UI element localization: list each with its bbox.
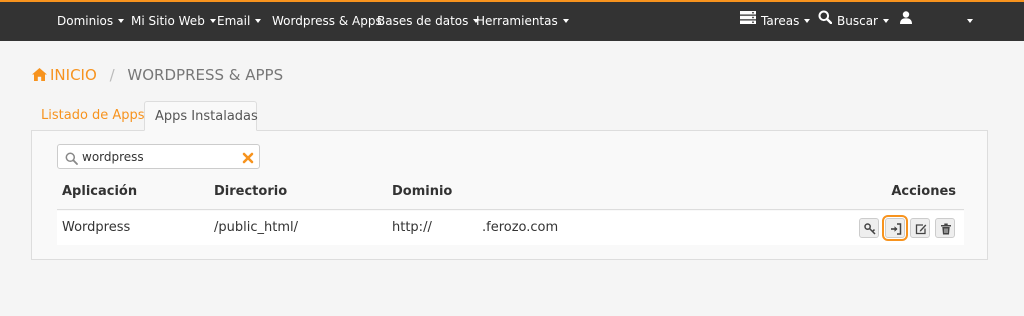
- caret-down-icon: [882, 18, 889, 23]
- caret-down-icon: [562, 18, 569, 23]
- breadcrumb-current: WORDPRESS & APPS: [127, 66, 284, 84]
- delete-button[interactable]: [935, 218, 955, 238]
- caret-down-icon: [118, 18, 125, 23]
- nav-bases-de-datos-label: Bases de datos: [377, 14, 469, 28]
- cell-domain-suffix[interactable]: .ferozo.com: [482, 220, 558, 235]
- cell-domain-prefix[interactable]: http://: [392, 220, 432, 235]
- nav-dominios[interactable]: Dominios: [57, 2, 125, 41]
- column-header-acciones: Acciones: [891, 184, 956, 199]
- breadcrumb-home-link[interactable]: INICIO: [32, 66, 102, 84]
- caret-down-icon: [255, 18, 262, 23]
- search-icon: [65, 150, 78, 169]
- nav-user-dropdown[interactable]: [962, 2, 973, 41]
- column-header-dominio: Dominio: [392, 184, 453, 199]
- nav-bases-de-datos[interactable]: Bases de datos: [377, 2, 480, 41]
- user-icon: [900, 1, 912, 40]
- edit-button[interactable]: [910, 218, 930, 238]
- top-navbar: Dominios Mi Sitio Web Email Wordpress & …: [0, 0, 1024, 41]
- server-icon: [740, 1, 756, 40]
- breadcrumb-separator: /: [109, 66, 115, 84]
- cell-directory: /public_html/: [214, 220, 298, 235]
- nav-wordpress-apps-label: Wordpress & Apps: [272, 14, 382, 28]
- nav-dominios-label: Dominios: [57, 14, 114, 28]
- nav-tareas[interactable]: Tareas: [740, 1, 811, 41]
- breadcrumb-home-label: INICIO: [50, 66, 97, 84]
- nav-email[interactable]: Email: [217, 2, 262, 41]
- nav-buscar-label: Buscar: [837, 14, 878, 28]
- credentials-button[interactable]: [859, 218, 879, 238]
- column-header-aplicacion: Aplicación: [62, 184, 138, 199]
- nav-herramientas-label: Herramientas: [476, 14, 558, 28]
- home-icon: [32, 68, 47, 81]
- breadcrumb: INICIO / WORDPRESS & APPS: [32, 66, 283, 84]
- tab-listado-de-apps[interactable]: Listado de Apps: [31, 101, 155, 131]
- nav-herramientas[interactable]: Herramientas: [476, 2, 569, 41]
- table-header-divider: [57, 209, 964, 210]
- column-header-directorio: Directorio: [214, 184, 288, 199]
- tab-apps-instaladas-label: Apps Instaladas: [155, 109, 258, 124]
- nav-mi-sitio-web-label: Mi Sitio Web: [131, 14, 205, 28]
- caret-down-icon: [967, 18, 973, 23]
- nav-tareas-label: Tareas: [761, 14, 800, 28]
- caret-down-icon: [209, 18, 216, 23]
- nav-email-label: Email: [217, 14, 251, 28]
- cell-app-name: Wordpress: [62, 220, 131, 235]
- app-search-box: [57, 144, 260, 169]
- nav-buscar[interactable]: Buscar: [818, 2, 889, 41]
- tab-apps-instaladas[interactable]: Apps Instaladas: [144, 101, 258, 131]
- search-icon: [818, 1, 833, 40]
- search-input[interactable]: [82, 146, 232, 167]
- caret-down-icon: [804, 18, 811, 23]
- nav-user[interactable]: [900, 2, 917, 41]
- clear-x-icon[interactable]: [242, 149, 254, 168]
- login-admin-button[interactable]: [882, 215, 908, 241]
- tab-listado-de-apps-label: Listado de Apps: [41, 108, 145, 123]
- nav-mi-sitio-web[interactable]: Mi Sitio Web: [131, 2, 216, 41]
- nav-wordpress-apps[interactable]: Wordpress & Apps: [272, 2, 382, 41]
